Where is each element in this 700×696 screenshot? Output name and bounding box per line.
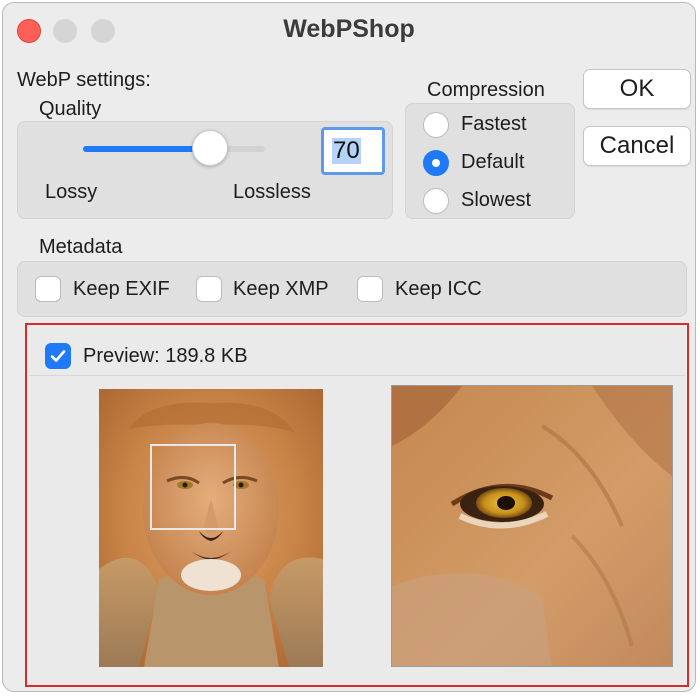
window-title: WebPShop xyxy=(283,15,415,43)
quality-value: 70 xyxy=(332,137,361,164)
radio-fastest[interactable] xyxy=(423,112,449,138)
preview-original-image[interactable] xyxy=(99,389,323,667)
keep-xmp-checkbox[interactable] xyxy=(196,276,222,302)
quality-value-field[interactable]: 70 xyxy=(321,127,385,175)
lossless-label: Lossless xyxy=(233,181,311,203)
keep-icc-label: Keep ICC xyxy=(395,278,482,300)
radio-default-label: Default xyxy=(461,151,525,173)
preview-size-label: Preview: 189.8 KB xyxy=(83,345,248,367)
radio-slowest-label: Slowest xyxy=(461,189,532,211)
lossy-label: Lossy xyxy=(45,181,98,203)
preview-zoomed-image[interactable] xyxy=(391,385,673,667)
preview-divider xyxy=(29,375,685,376)
keep-icc-checkbox[interactable] xyxy=(357,276,383,302)
keep-exif-checkbox[interactable] xyxy=(35,276,61,302)
cancel-button[interactable]: Cancel xyxy=(583,126,691,166)
webp-settings-heading: WebP settings: xyxy=(17,69,151,91)
compression-label: Compression xyxy=(427,79,545,101)
radio-slowest[interactable] xyxy=(423,188,449,214)
keep-exif-label: Keep EXIF xyxy=(73,278,170,300)
quality-slider-track[interactable] xyxy=(83,146,265,152)
keep-xmp-label: Keep XMP xyxy=(233,278,329,300)
quality-slider-fill xyxy=(83,146,211,152)
title-bar: WebPShop xyxy=(3,3,695,57)
ok-button[interactable]: OK xyxy=(583,69,691,109)
radio-fastest-label: Fastest xyxy=(461,113,527,135)
radio-default[interactable] xyxy=(423,150,449,176)
webpshop-dialog: WebPShop WebP settings: Quality 70 Lossy… xyxy=(2,2,696,692)
quality-label: Quality xyxy=(39,98,102,120)
preview-checkbox[interactable] xyxy=(45,343,71,369)
metadata-label: Metadata xyxy=(39,236,123,258)
